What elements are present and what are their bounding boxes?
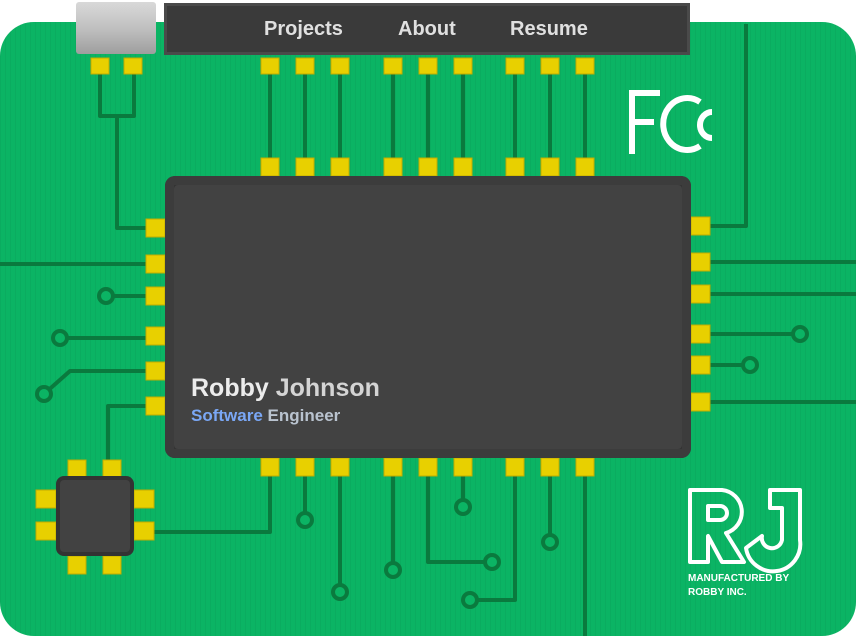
- nav-link-about[interactable]: About: [398, 18, 456, 41]
- usb-connector: [76, 2, 156, 54]
- fcc-logo: [629, 90, 713, 154]
- hero-job-title: Software Engineer: [191, 406, 340, 426]
- hero-first-name: Robby: [191, 374, 269, 402]
- hero-title-second-word: Engineer: [267, 406, 341, 425]
- small-chip: [56, 476, 134, 556]
- nav-link-projects[interactable]: Projects: [264, 18, 343, 41]
- hero-name: Robby Johnson: [191, 374, 380, 403]
- manufacturer-line-2: ROBBY INC.: [688, 587, 747, 598]
- rj-logo: [688, 488, 803, 574]
- hero-title-first-word: Software: [191, 406, 263, 425]
- hero-last-name: Johnson: [275, 374, 380, 402]
- nav-bar: Projects About Resume: [164, 3, 690, 55]
- manufacturer-label: MANUFACTURED BY ROBBY INC.: [688, 572, 789, 600]
- manufacturer-line-1: MANUFACTURED BY: [688, 573, 790, 584]
- nav-link-resume[interactable]: Resume: [510, 18, 588, 41]
